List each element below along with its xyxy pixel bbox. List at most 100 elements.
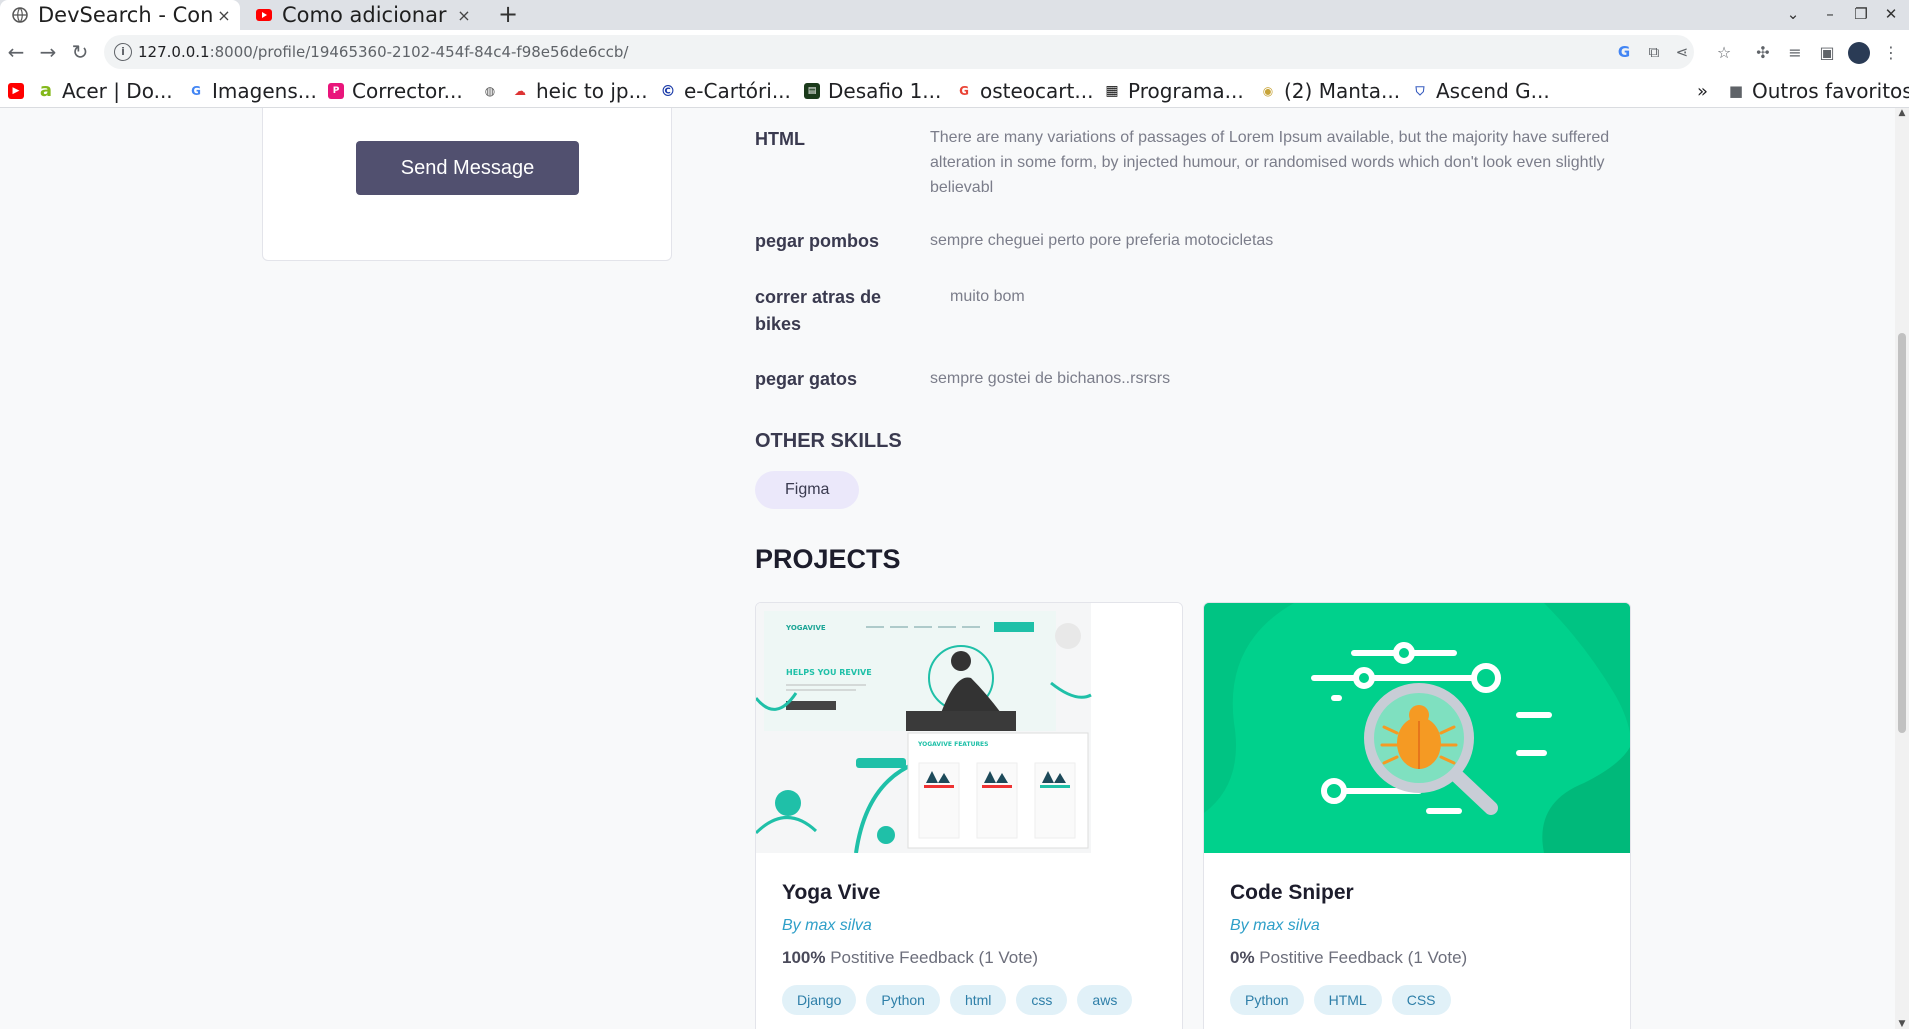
- globe-icon: [12, 7, 28, 23]
- project-title[interactable]: Code Sniper: [1230, 881, 1354, 905]
- skill-name: HTML: [755, 129, 805, 149]
- browser-tab-devsearch[interactable]: DevSearch - Conne ×: [0, 0, 240, 30]
- project-tag: css: [1016, 985, 1068, 1015]
- yoga-vive-screenshot: YOGAVIVE HELPS YOU REVIVE YOGAVIVE FEATU…: [756, 603, 1182, 853]
- bookmark-acer[interactable]: a Acer | Do...: [38, 74, 173, 108]
- youtube-icon: [256, 9, 272, 21]
- side-panel-icon[interactable]: ▣: [1816, 42, 1838, 64]
- bookmark-imagens[interactable]: G Imagens...: [188, 74, 317, 108]
- project-card-code-sniper[interactable]: Code Sniper By max silva 0% Postitive Fe…: [1203, 602, 1631, 1029]
- close-window-icon[interactable]: ✕: [1876, 0, 1906, 30]
- bookmark-star-icon[interactable]: ☆: [1713, 42, 1735, 64]
- skill-description: sempre gostei de bichanos..rsrsrs: [930, 370, 1171, 387]
- project-thumbnail[interactable]: YOGAVIVE HELPS YOU REVIVE YOGAVIVE FEATU…: [756, 603, 1182, 853]
- send-message-button[interactable]: Send Message: [356, 141, 579, 195]
- acer-icon: a: [39, 80, 53, 101]
- profile-avatar[interactable]: [1848, 42, 1870, 64]
- forward-icon[interactable]: →: [34, 38, 62, 66]
- url-text: 127.0.0.1:8000/profile/19465360-2102-454…: [138, 43, 629, 61]
- tab-strip: DevSearch - Conne × Como adicionar im × …: [0, 0, 1909, 30]
- project-tag: HTML: [1313, 985, 1382, 1015]
- google-lens-icon[interactable]: G: [1614, 42, 1634, 62]
- tab-title: Como adicionar im: [282, 3, 454, 27]
- bookmark-corrector[interactable]: P Corrector...: [328, 74, 463, 108]
- desafio-icon: ▤: [804, 83, 820, 99]
- back-icon[interactable]: ←: [2, 38, 30, 66]
- youtube-icon: ▶: [8, 83, 24, 99]
- address-bar[interactable]: i 127.0.0.1:8000/profile/19465360-2102-4…: [104, 35, 1694, 69]
- maximize-icon[interactable]: ❐: [1846, 0, 1876, 30]
- project-author[interactable]: By max silva: [782, 917, 872, 935]
- project-tag: Python: [1230, 985, 1304, 1015]
- skill-description: There are many variations of passages of…: [930, 129, 1610, 196]
- bookmark-programa[interactable]: ▦ Programa...: [1104, 74, 1243, 108]
- bookmark-ecartorio[interactable]: © e-Cartóri...: [660, 74, 791, 108]
- bookmarks-bar: ▶ a Acer | Do... G Imagens... P Corrector..…: [0, 74, 1909, 108]
- tab-close-icon[interactable]: ×: [214, 6, 234, 25]
- projects-title: PROJECTS: [755, 544, 901, 574]
- other-skills-title: OTHER SKILLS: [755, 430, 902, 452]
- site-info-icon[interactable]: i: [114, 43, 132, 61]
- project-tag: Django: [782, 985, 857, 1015]
- bookmark-youtube[interactable]: ▶: [8, 74, 32, 108]
- google-icon: G: [191, 84, 201, 98]
- manta-icon: ◉: [1262, 84, 1274, 98]
- scroll-up-icon[interactable]: ▲: [1895, 108, 1909, 118]
- project-feedback: 0% Postitive Feedback (1 Vote): [1230, 948, 1468, 967]
- extensions-icon[interactable]: ✣: [1752, 42, 1774, 64]
- project-tag: html: [949, 985, 1007, 1015]
- bookmarks-overflow-button[interactable]: »: [1697, 74, 1708, 108]
- bookmark-manta[interactable]: ◉ (2) Manta...: [1260, 74, 1400, 108]
- project-tag: aws: [1077, 985, 1133, 1015]
- project-tag: Python: [866, 985, 940, 1015]
- new-tab-button[interactable]: +: [494, 0, 522, 30]
- reload-icon[interactable]: ↻: [66, 38, 94, 66]
- skill-name: correr atras de bikes: [755, 287, 882, 334]
- reading-list-icon[interactable]: ≡: [1784, 42, 1806, 64]
- bug-search-illustration: [1204, 603, 1630, 853]
- bookmark-desafio[interactable]: ▤ Desafio 1...: [804, 74, 941, 108]
- menu-icon[interactable]: ⋮: [1880, 42, 1902, 64]
- project-tag: CSS: [1391, 985, 1451, 1015]
- minimize-icon[interactable]: –: [1815, 0, 1845, 30]
- page-viewport: Send Message HTML There are many variati…: [0, 108, 1909, 1029]
- bookmark-osteocart[interactable]: Gosteocart...: [956, 74, 1093, 108]
- page-scrollbar[interactable]: ▲ ▼: [1895, 108, 1909, 1029]
- shield-icon: ⛉: [1415, 84, 1425, 98]
- skill-name: pegar gatos: [755, 369, 858, 389]
- grid-icon: ▦: [1105, 83, 1119, 99]
- project-card-yoga-vive[interactable]: YOGAVIVE HELPS YOU REVIVE YOGAVIVE FEATU…: [755, 602, 1183, 1029]
- svg-text:YOGAVIVE FEATURES: YOGAVIVE FEATURES: [917, 741, 988, 748]
- bookmark-ascend[interactable]: ⛉ Ascend G...: [1412, 74, 1549, 108]
- scrollbar-thumb[interactable]: [1898, 333, 1906, 733]
- browser-tab-youtube[interactable]: Como adicionar im ×: [244, 0, 480, 30]
- project-feedback: 100% Postitive Feedback (1 Vote): [782, 948, 1039, 967]
- share-icon[interactable]: ⋖: [1672, 42, 1692, 62]
- translate-icon[interactable]: ⧉: [1644, 42, 1664, 62]
- skill-description: muito bom: [950, 288, 1025, 305]
- cloud-icon: ☁: [514, 84, 526, 98]
- ecartorio-icon: ©: [660, 82, 676, 100]
- other-bookmarks[interactable]: ■ Outros favoritos: [1728, 74, 1909, 108]
- project-tags: Python HTML CSS: [1230, 985, 1451, 1015]
- svg-text:YOGAVIVE: YOGAVIVE: [785, 624, 826, 632]
- skill-description: sempre cheguei perto pore preferia motoc…: [930, 232, 1274, 249]
- scroll-down-icon[interactable]: ▼: [1895, 1019, 1909, 1029]
- google-icon: G: [959, 84, 969, 98]
- svg-text:HELPS YOU REVIVE: HELPS YOU REVIVE: [786, 668, 872, 677]
- globe-icon: ◍: [484, 84, 496, 98]
- bookmark-heic[interactable]: ☁ heic to jp...: [512, 74, 648, 108]
- project-title[interactable]: Yoga Vive: [782, 881, 880, 905]
- browser-toolbar: ← → ↻ i 127.0.0.1:8000/profile/19465360-…: [0, 30, 1909, 74]
- tab-close-icon[interactable]: ×: [454, 6, 474, 25]
- project-author[interactable]: By max silva: [1230, 917, 1320, 935]
- tab-search-icon[interactable]: ⌄: [1778, 0, 1808, 30]
- tab-title: DevSearch - Conne: [38, 3, 214, 27]
- project-tags: Django Python html css aws: [782, 985, 1133, 1015]
- corrector-icon: P: [328, 83, 344, 99]
- skill-name: pegar pombos: [755, 231, 880, 251]
- profile-card: Send Message: [262, 108, 672, 261]
- bookmark-globe[interactable]: ◍: [482, 74, 506, 108]
- project-thumbnail[interactable]: [1204, 603, 1630, 853]
- folder-icon: ■: [1728, 82, 1744, 100]
